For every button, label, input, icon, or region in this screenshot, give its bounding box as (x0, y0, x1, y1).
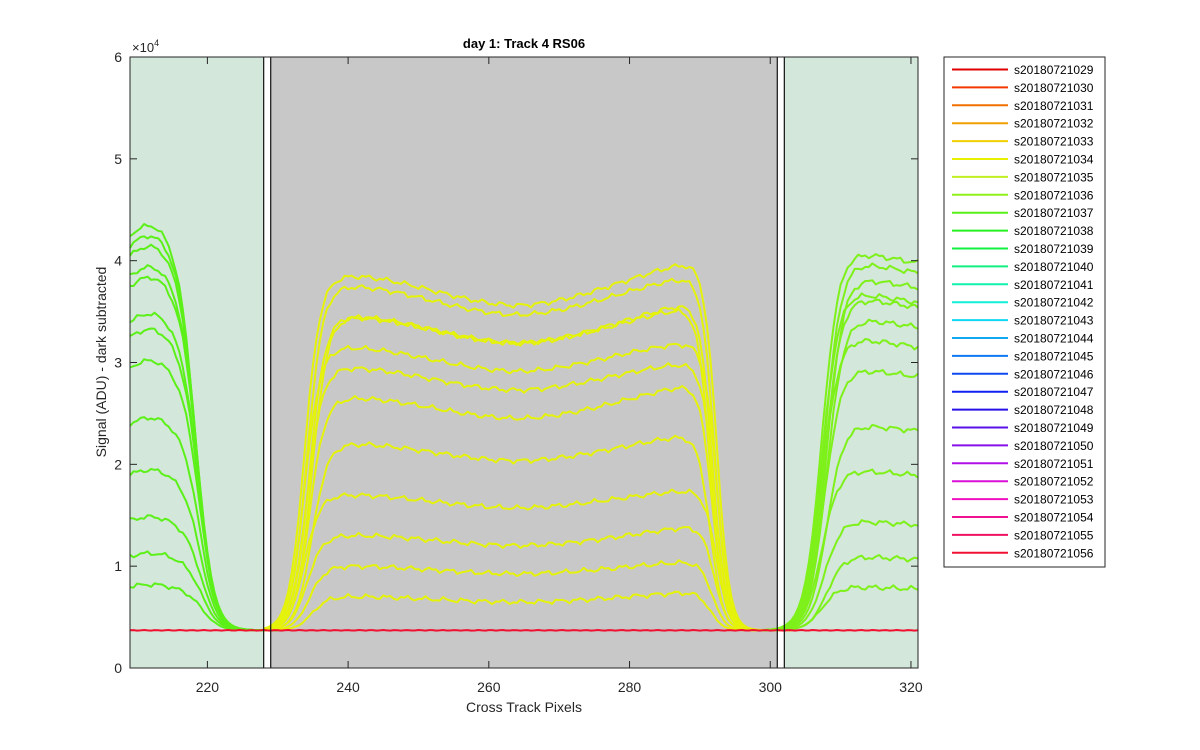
legend-label: s20180721051 (1014, 457, 1094, 471)
legend-label: s20180721053 (1014, 493, 1094, 507)
legend-label: s20180721040 (1014, 260, 1094, 274)
legend-label: s20180721047 (1014, 385, 1094, 399)
legend-label: s20180721039 (1014, 242, 1094, 256)
y-tick-label: 4 (114, 253, 122, 269)
legend-label: s20180721031 (1014, 99, 1094, 113)
legend-label: s20180721043 (1014, 314, 1094, 328)
legend-label: s20180721054 (1014, 511, 1094, 525)
legend-label: s20180721044 (1014, 332, 1094, 346)
y-tick-label: 6 (114, 49, 122, 65)
y-tick-label: 3 (114, 355, 122, 371)
x-axis-label: Cross Track Pixels (466, 699, 582, 715)
legend-label: s20180721036 (1014, 188, 1094, 202)
baseline-curve (129, 629, 919, 632)
legend-label: s20180721045 (1014, 349, 1094, 363)
y-tick-label: 1 (114, 558, 122, 574)
legend-label: s20180721049 (1014, 421, 1094, 435)
legend-label: s20180721037 (1014, 206, 1094, 220)
legend-label: s20180721052 (1014, 475, 1094, 489)
y-tick-label: 5 (114, 151, 122, 167)
y-tick-label: 0 (114, 660, 122, 676)
legend-label: s20180721034 (1014, 153, 1094, 167)
legend-label: s20180721032 (1014, 117, 1094, 131)
legend-label: s20180721035 (1014, 170, 1094, 184)
region-0 (130, 57, 264, 668)
y-axis-label: Signal (ADU) - dark subtracted (93, 267, 109, 458)
legend-label: s20180721048 (1014, 403, 1094, 417)
legend: s20180721029 s20180721030 s20180721031 s201… (943, 56, 1106, 568)
legend-label: s20180721050 (1014, 439, 1094, 453)
chart-title: day 1: Track 4 RS06 (463, 36, 585, 51)
legend-label: s20180721030 (1014, 81, 1094, 95)
legend-label: s20180721055 (1014, 528, 1094, 542)
legend-label: s20180721056 (1014, 546, 1094, 560)
legend-box (943, 56, 1106, 568)
legend-label: s20180721029 (1014, 63, 1094, 77)
legend-label: s20180721046 (1014, 367, 1094, 381)
x-tick-label: 320 (899, 679, 923, 695)
x-tick-label: 260 (477, 679, 501, 695)
y-tick-label: 2 (114, 456, 122, 472)
legend-label: s20180721038 (1014, 224, 1094, 238)
x-tick-label: 240 (336, 679, 360, 695)
x-tick-label: 280 (618, 679, 642, 695)
plot-regions (130, 57, 918, 668)
region-2 (784, 57, 918, 668)
x-tick-label: 300 (759, 679, 783, 695)
legend-label: s20180721041 (1014, 278, 1094, 292)
x-tick-label: 220 (196, 679, 220, 695)
legend-label: s20180721042 (1014, 296, 1094, 310)
chart-figure: 220 240 260 280 300 320 0 1 2 3 4 5 6 day 1: Track … (0, 0, 1200, 750)
legend-label: s20180721033 (1014, 135, 1094, 149)
